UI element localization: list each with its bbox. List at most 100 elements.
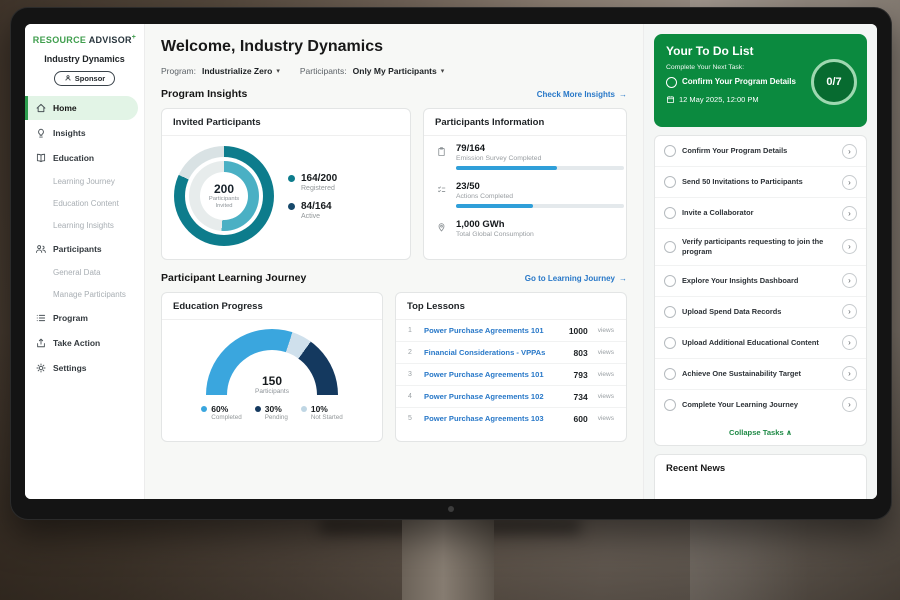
- sidebar-item-education[interactable]: Education: [25, 146, 144, 170]
- chevron-right-icon[interactable]: ›: [842, 366, 857, 381]
- lesson-link[interactable]: Power Purchase Agreements 102: [424, 392, 566, 401]
- program-select[interactable]: Industrialize Zero ▾: [202, 66, 280, 76]
- checkbox-circle-icon[interactable]: [664, 399, 676, 411]
- task-row-explore-insights[interactable]: Explore Your Insights Dashboard ›: [655, 266, 866, 297]
- sidebar-item-label: Education Content: [53, 199, 119, 208]
- legend-dot: [255, 406, 261, 412]
- donut-center: 200 Participants Invited: [200, 172, 248, 220]
- sidebar-item-home[interactable]: Home: [25, 96, 138, 120]
- gear-icon: [35, 362, 47, 374]
- sidebar-item-label: Home: [53, 103, 77, 113]
- checkbox-circle-icon[interactable]: [664, 306, 676, 318]
- go-to-learning-journey-link[interactable]: Go to Learning Journey →: [525, 274, 627, 283]
- sidebar-item-program[interactable]: Program: [25, 306, 144, 330]
- task-row-upload-spend-data[interactable]: Upload Spend Data Records ›: [655, 297, 866, 328]
- education-progress-card: Education Progress 150 Participants: [161, 292, 383, 442]
- checkbox-circle-icon[interactable]: [664, 145, 676, 157]
- task-row-verify-participants[interactable]: Verify participants requesting to join t…: [655, 229, 866, 266]
- sponsor-badge-label: Sponsor: [75, 74, 105, 83]
- location-pin-icon: [436, 220, 447, 238]
- legend-dot: [288, 203, 295, 210]
- donut-center-value: 200: [214, 182, 234, 196]
- participants-information-card: Participants Information 79/164 Emission…: [423, 108, 627, 260]
- main-content: Welcome, Industry Dynamics Program: Indu…: [145, 24, 643, 499]
- section-title: Participant Learning Journey: [161, 272, 306, 284]
- sidebar-item-take-action[interactable]: Take Action: [25, 331, 144, 355]
- sidebar-item-manage-participants[interactable]: Manage Participants: [25, 284, 144, 305]
- sidebar-item-label: Learning Journey: [53, 177, 115, 186]
- checkbox-circle-icon[interactable]: [664, 368, 676, 380]
- participants-select[interactable]: Only My Participants ▾: [353, 66, 445, 76]
- todo-progress-badge: 0/7: [811, 59, 857, 105]
- sidebar-item-settings[interactable]: Settings: [25, 356, 144, 380]
- task-row-upload-educational-content[interactable]: Upload Additional Educational Content ›: [655, 328, 866, 359]
- sidebar-item-participants[interactable]: Participants: [25, 237, 144, 261]
- sidebar-nav: Home Insights Education Learning Journey…: [25, 96, 144, 380]
- sidebar-item-label: General Data: [53, 268, 101, 277]
- lesson-link[interactable]: Financial Considerations - VPPAs: [424, 348, 566, 357]
- legend-dot: [201, 406, 207, 412]
- person-icon: [64, 74, 72, 82]
- sidebar-item-education-content[interactable]: Education Content: [25, 193, 144, 214]
- sidebar-item-general-data[interactable]: General Data: [25, 262, 144, 283]
- card-title: Top Lessons: [396, 293, 626, 320]
- task-row-complete-learning-journey[interactable]: Complete Your Learning Journey ›: [655, 390, 866, 420]
- todo-summary-card: Your To Do List Complete Your Next Task:…: [654, 34, 867, 127]
- checkbox-circle-icon[interactable]: [664, 275, 676, 287]
- program-filter-label: Program:: [161, 66, 196, 76]
- collapse-tasks-button[interactable]: Collapse Tasks ∧: [655, 420, 866, 445]
- recent-news-section: Recent News: [654, 454, 867, 499]
- todo-next-task[interactable]: Confirm Your Program Details: [666, 77, 805, 88]
- task-row-invite-collaborator[interactable]: Invite a Collaborator ›: [655, 198, 866, 229]
- lesson-link[interactable]: Power Purchase Agreements 101: [424, 326, 561, 335]
- org-name: Industry Dynamics: [25, 54, 144, 64]
- sidebar-item-label: Program: [53, 313, 88, 323]
- brand-part-1: RESOURCE: [33, 35, 86, 45]
- task-row-send-invitations[interactable]: Send 50 Invitations to Participants ›: [655, 167, 866, 198]
- education-gauge-chart: 150 Participants: [206, 329, 338, 395]
- checkbox-circle-icon[interactable]: [664, 207, 676, 219]
- recent-news-title: Recent News: [666, 463, 725, 474]
- education-gauge-area: 150 Participants 60%Completed: [162, 320, 382, 421]
- invited-donut-area: 200 Participants Invited 164/200 Registe: [162, 136, 410, 256]
- lesson-link[interactable]: Power Purchase Agreements 103: [424, 414, 566, 423]
- checkbox-circle-icon[interactable]: [664, 176, 676, 188]
- sidebar-item-learning-journey[interactable]: Learning Journey: [25, 171, 144, 192]
- chevron-right-icon[interactable]: ›: [842, 144, 857, 159]
- brand-part-2: ADVISOR+: [89, 35, 137, 45]
- arrow-right-icon: →: [619, 274, 627, 283]
- info-row-actions: 23/50 Actions Completed: [424, 174, 626, 212]
- chevron-down-icon: ▾: [441, 67, 445, 75]
- chevron-right-icon[interactable]: ›: [842, 335, 857, 350]
- chevron-right-icon[interactable]: ›: [842, 206, 857, 221]
- lesson-row: 3 Power Purchase Agreements 101 793 view…: [396, 364, 626, 386]
- lesson-row: 4 Power Purchase Agreements 102 734 view…: [396, 386, 626, 408]
- monitor-stand: [402, 520, 494, 600]
- info-row-emission-survey: 79/164 Emission Survey Completed: [424, 136, 626, 174]
- task-row-achieve-target[interactable]: Achieve One Sustainability Target ›: [655, 359, 866, 390]
- checkbox-circle-icon[interactable]: [666, 77, 677, 88]
- brand-logo: RESOURCE ADVISOR+: [25, 34, 144, 45]
- check-more-insights-link[interactable]: Check More Insights →: [537, 90, 627, 99]
- list-icon: [35, 312, 47, 324]
- chevron-right-icon[interactable]: ›: [842, 304, 857, 319]
- sponsor-badge[interactable]: Sponsor: [54, 71, 115, 86]
- chevron-right-icon[interactable]: ›: [842, 273, 857, 288]
- sidebar: RESOURCE ADVISOR+ Industry Dynamics Spon…: [25, 24, 145, 499]
- task-row-confirm-program[interactable]: Confirm Your Program Details ›: [655, 136, 866, 167]
- checkbox-circle-icon[interactable]: [664, 241, 676, 253]
- sidebar-item-learning-insights[interactable]: Learning Insights: [25, 215, 144, 236]
- chevron-right-icon[interactable]: ›: [842, 397, 857, 412]
- chevron-right-icon[interactable]: ›: [842, 239, 857, 254]
- sidebar-item-insights[interactable]: Insights: [25, 121, 144, 145]
- filter-bar: Program: Industrialize Zero ▾ Participan…: [161, 66, 627, 76]
- lesson-row: 5 Power Purchase Agreements 103 600 view…: [396, 408, 626, 429]
- checkbox-circle-icon[interactable]: [664, 337, 676, 349]
- page-title: Welcome, Industry Dynamics: [161, 38, 627, 56]
- invited-donut-chart: 200 Participants Invited: [174, 146, 274, 246]
- invited-participants-card: Invited Participants 200 Participants In…: [161, 108, 411, 260]
- arrow-right-icon: →: [619, 90, 627, 99]
- lesson-link[interactable]: Power Purchase Agreements 101: [424, 370, 566, 379]
- chevron-right-icon[interactable]: ›: [842, 175, 857, 190]
- todo-due-date: 12 May 2025, 12:00 PM: [666, 95, 805, 104]
